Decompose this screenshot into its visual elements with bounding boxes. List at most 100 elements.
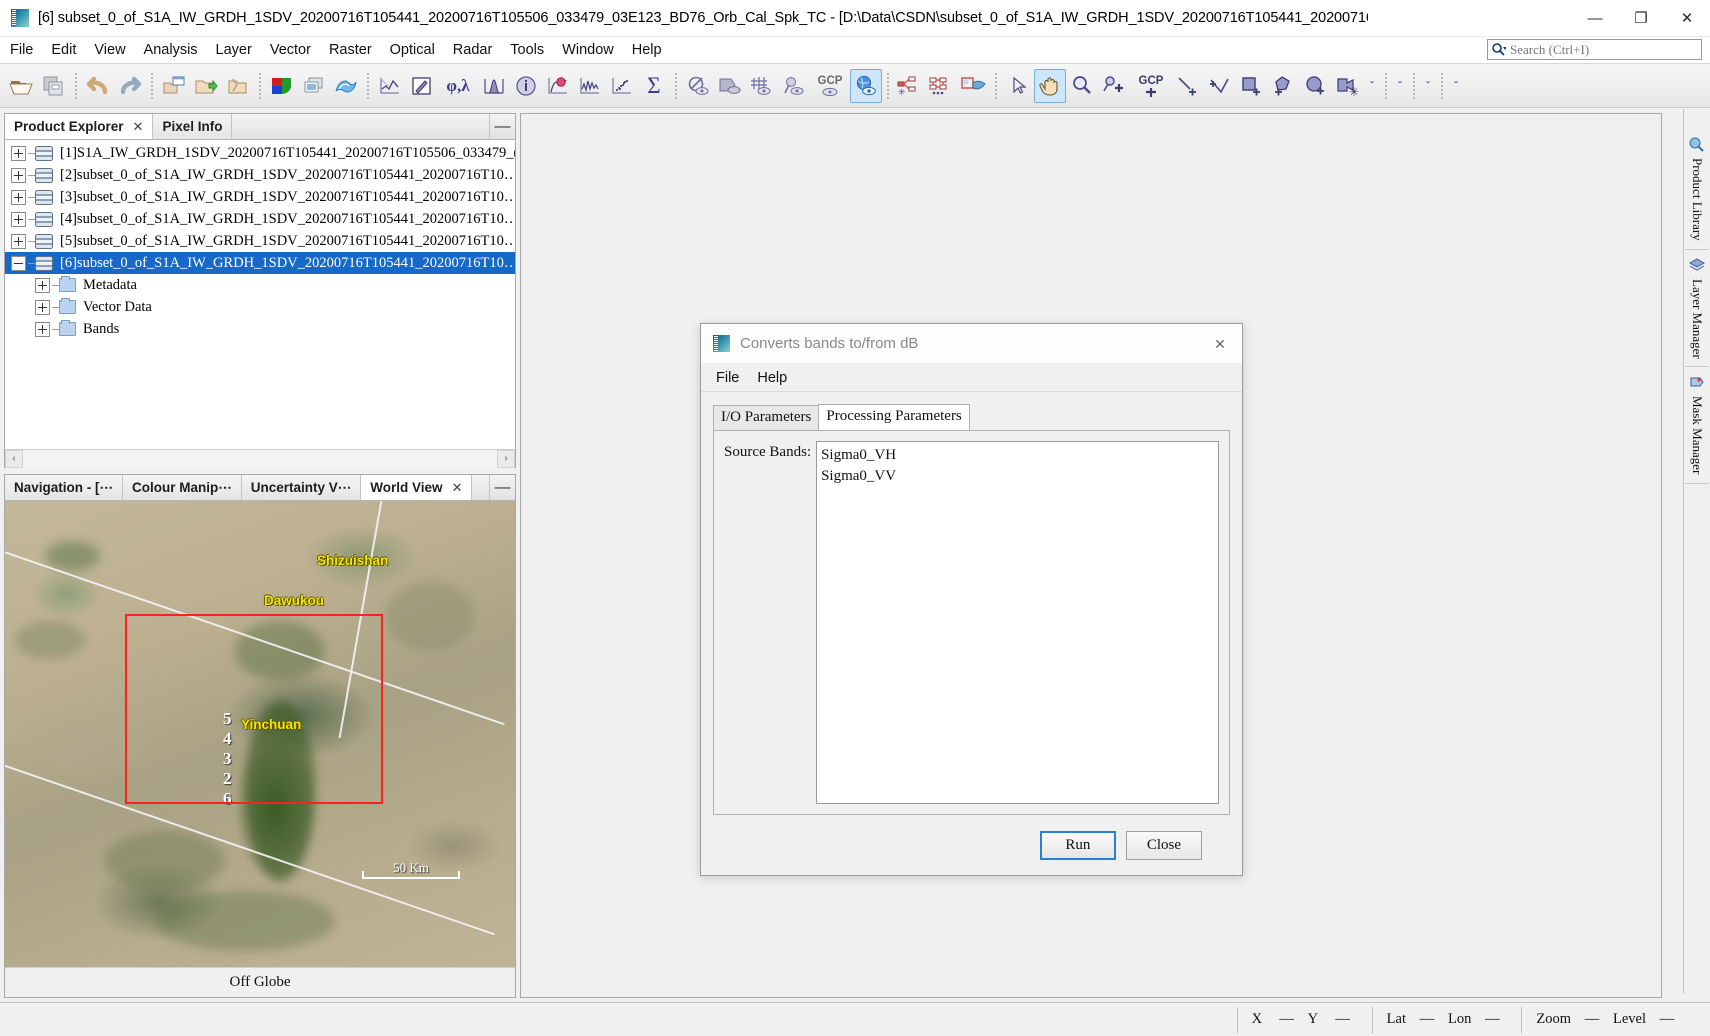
draw-line-icon[interactable] xyxy=(1172,69,1204,103)
menu-window[interactable]: Window xyxy=(554,39,622,61)
minimize-button[interactable]: — xyxy=(1572,0,1618,37)
expand-icon[interactable] xyxy=(11,167,26,183)
menu-view[interactable]: View xyxy=(86,39,133,61)
tile-windows-icon[interactable] xyxy=(298,69,330,103)
draw-polygon-icon[interactable] xyxy=(1268,69,1300,103)
tree-row[interactable]: [4] subset_0_of_S1A_IW_GRDH_1SDV_2020071… xyxy=(5,208,515,230)
close-icon[interactable]: ✕ xyxy=(452,480,463,496)
tab-uncertainty-visualisation[interactable]: Uncertainty V⋯ xyxy=(241,475,362,500)
scrollbar-track[interactable] xyxy=(23,449,497,468)
dialog-menu-file[interactable]: File xyxy=(707,367,748,389)
pin-overlay-icon[interactable] xyxy=(778,69,810,103)
batch-processing-icon[interactable] xyxy=(926,69,958,103)
profile-plot-icon[interactable] xyxy=(374,69,406,103)
mask-overlay-icon[interactable] xyxy=(714,69,746,103)
information-icon[interactable] xyxy=(510,69,542,103)
spectrum-view-icon[interactable] xyxy=(574,69,606,103)
open-image-view-icon[interactable] xyxy=(190,69,222,103)
search-input[interactable] xyxy=(1506,41,1701,58)
product-tree[interactable]: [1] S1A_IW_GRDH_1SDV_20200716T105441_202… xyxy=(5,140,515,449)
undo-icon[interactable] xyxy=(82,69,114,103)
menu-radar[interactable]: Radar xyxy=(445,39,501,61)
menu-edit[interactable]: Edit xyxy=(43,39,84,61)
colour-manipulation-icon[interactable] xyxy=(542,69,574,103)
gcp-overlay-icon[interactable]: GCP xyxy=(810,69,850,103)
selection-arrow-icon[interactable] xyxy=(1002,69,1034,103)
menu-raster[interactable]: Raster xyxy=(321,39,380,61)
tree-row[interactable]: [2] subset_0_of_S1A_IW_GRDH_1SDV_2020071… xyxy=(5,164,515,186)
redo-icon[interactable] xyxy=(114,69,146,103)
tab-pixel-info[interactable]: Pixel Info xyxy=(153,114,233,139)
zoom-magnifier-icon[interactable] xyxy=(1066,69,1098,103)
draw-ellipse-icon[interactable] xyxy=(1300,69,1332,103)
menu-optical[interactable]: Optical xyxy=(382,39,443,61)
minimize-panel-button[interactable]: — xyxy=(489,475,515,500)
pencil-edit-icon[interactable] xyxy=(406,69,438,103)
close-image-view-icon[interactable] xyxy=(222,69,254,103)
minimize-panel-button[interactable]: — xyxy=(489,114,515,139)
expand-icon[interactable] xyxy=(35,299,50,315)
scatter-plot-icon[interactable] xyxy=(606,69,638,103)
tree-row[interactable]: [1] S1A_IW_GRDH_1SDV_20200716T105441_202… xyxy=(5,142,515,164)
toolbar-overflow-chevron-4[interactable]: ˇ xyxy=(1448,69,1464,103)
tab-navigation[interactable]: Navigation - [⋯ xyxy=(5,475,124,500)
menu-vector[interactable]: Vector xyxy=(262,39,319,61)
scroll-right-icon[interactable]: › xyxy=(497,449,515,468)
collapse-icon[interactable] xyxy=(11,255,26,271)
wave-tool-icon[interactable] xyxy=(330,69,362,103)
open-product-icon[interactable] xyxy=(6,69,38,103)
tree-row[interactable]: [5] subset_0_of_S1A_IW_GRDH_1SDV_2020071… xyxy=(5,230,515,252)
colour-palette-icon[interactable] xyxy=(266,69,298,103)
draw-rectangle-icon[interactable] xyxy=(1236,69,1268,103)
graph-builder-icon[interactable]: ✳ xyxy=(894,69,926,103)
magic-wand-icon[interactable]: ✳ xyxy=(1332,69,1364,103)
tree-horizontal-scrollbar[interactable]: ‹ › xyxy=(5,449,515,468)
close-button[interactable]: Close xyxy=(1125,830,1202,860)
open-rgb-image-window-icon[interactable] xyxy=(158,69,190,103)
expand-icon[interactable] xyxy=(11,145,26,161)
menu-help[interactable]: Help xyxy=(624,39,670,61)
world-view-overlay-icon[interactable] xyxy=(850,68,882,103)
histogram-icon[interactable] xyxy=(478,69,510,103)
search-box[interactable] xyxy=(1487,39,1702,60)
expand-icon[interactable] xyxy=(35,277,50,293)
toolbar-overflow-chevron-2[interactable]: ˇ xyxy=(1392,69,1408,103)
source-band-item[interactable]: Sigma0_VV xyxy=(821,466,1214,487)
pan-hand-icon[interactable] xyxy=(1034,68,1066,103)
pin-placing-icon[interactable] xyxy=(1098,69,1130,103)
sidebar-item-layer-manager[interactable]: Layer Manager xyxy=(1685,250,1709,368)
expand-icon[interactable] xyxy=(11,189,26,205)
tree-row-selected[interactable]: [6] subset_0_of_S1A_IW_GRDH_1SDV_2020071… xyxy=(5,252,515,274)
dialog-menu-help[interactable]: Help xyxy=(748,367,796,389)
source-bands-list[interactable]: Sigma0_VH Sigma0_VV xyxy=(816,441,1219,804)
save-product-icon[interactable] xyxy=(38,69,70,103)
tree-row[interactable]: Vector Data xyxy=(5,296,515,318)
geo-coding-icon[interactable]: φ,λ xyxy=(438,69,478,103)
sidebar-item-mask-manager[interactable]: Mask Manager xyxy=(1685,367,1709,484)
subset-region-icon[interactable] xyxy=(958,69,990,103)
world-view-map[interactable]: Shizuishan Dawukou Yinchuan 5 4 3 2 6 50… xyxy=(5,501,515,967)
source-band-item[interactable]: Sigma0_VH xyxy=(821,445,1214,466)
menu-analysis[interactable]: Analysis xyxy=(136,39,206,61)
no-data-overlay-icon[interactable] xyxy=(682,69,714,103)
toolbar-overflow-chevron-3[interactable]: ˇ xyxy=(1420,69,1436,103)
maximize-button[interactable]: ❐ xyxy=(1618,0,1664,37)
menu-file[interactable]: File xyxy=(2,39,41,61)
tab-colour-manipulation[interactable]: Colour Manip⋯ xyxy=(123,475,242,500)
draw-polyline-icon[interactable] xyxy=(1204,69,1236,103)
graticule-overlay-icon[interactable] xyxy=(746,69,778,103)
toolbar-overflow-chevron[interactable]: ˇ xyxy=(1364,69,1380,103)
close-button[interactable]: ✕ xyxy=(1664,0,1710,37)
tab-io-parameters[interactable]: I/O Parameters xyxy=(713,405,820,430)
statistics-sigma-icon[interactable]: Σ xyxy=(638,69,670,103)
scroll-left-icon[interactable]: ‹ xyxy=(5,449,23,468)
gcp-placing-icon[interactable]: GCP xyxy=(1130,69,1172,103)
expand-icon[interactable] xyxy=(35,321,50,337)
menu-tools[interactable]: Tools xyxy=(502,39,552,61)
sidebar-item-product-library[interactable]: Product Library xyxy=(1685,129,1709,250)
expand-icon[interactable] xyxy=(11,233,26,249)
tree-row[interactable]: Metadata xyxy=(5,274,515,296)
tab-processing-parameters[interactable]: Processing Parameters xyxy=(818,404,970,430)
close-icon[interactable]: ✕ xyxy=(133,119,144,135)
tree-row[interactable]: Bands xyxy=(5,318,515,340)
